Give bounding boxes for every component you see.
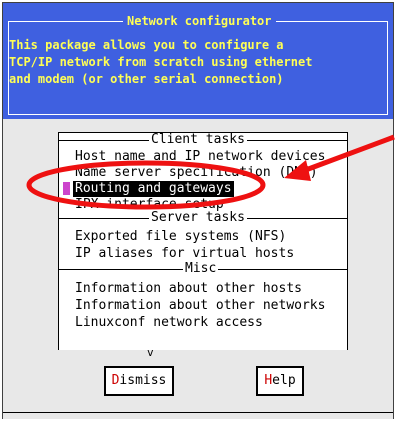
annotation-overlay xyxy=(26,134,395,210)
annotation-arrow-head xyxy=(284,160,311,181)
annotation-arrow-shaft xyxy=(302,134,395,174)
annotation-ellipse xyxy=(26,160,266,210)
linuxconf-screen: Network configurator This package allows… xyxy=(0,0,396,421)
